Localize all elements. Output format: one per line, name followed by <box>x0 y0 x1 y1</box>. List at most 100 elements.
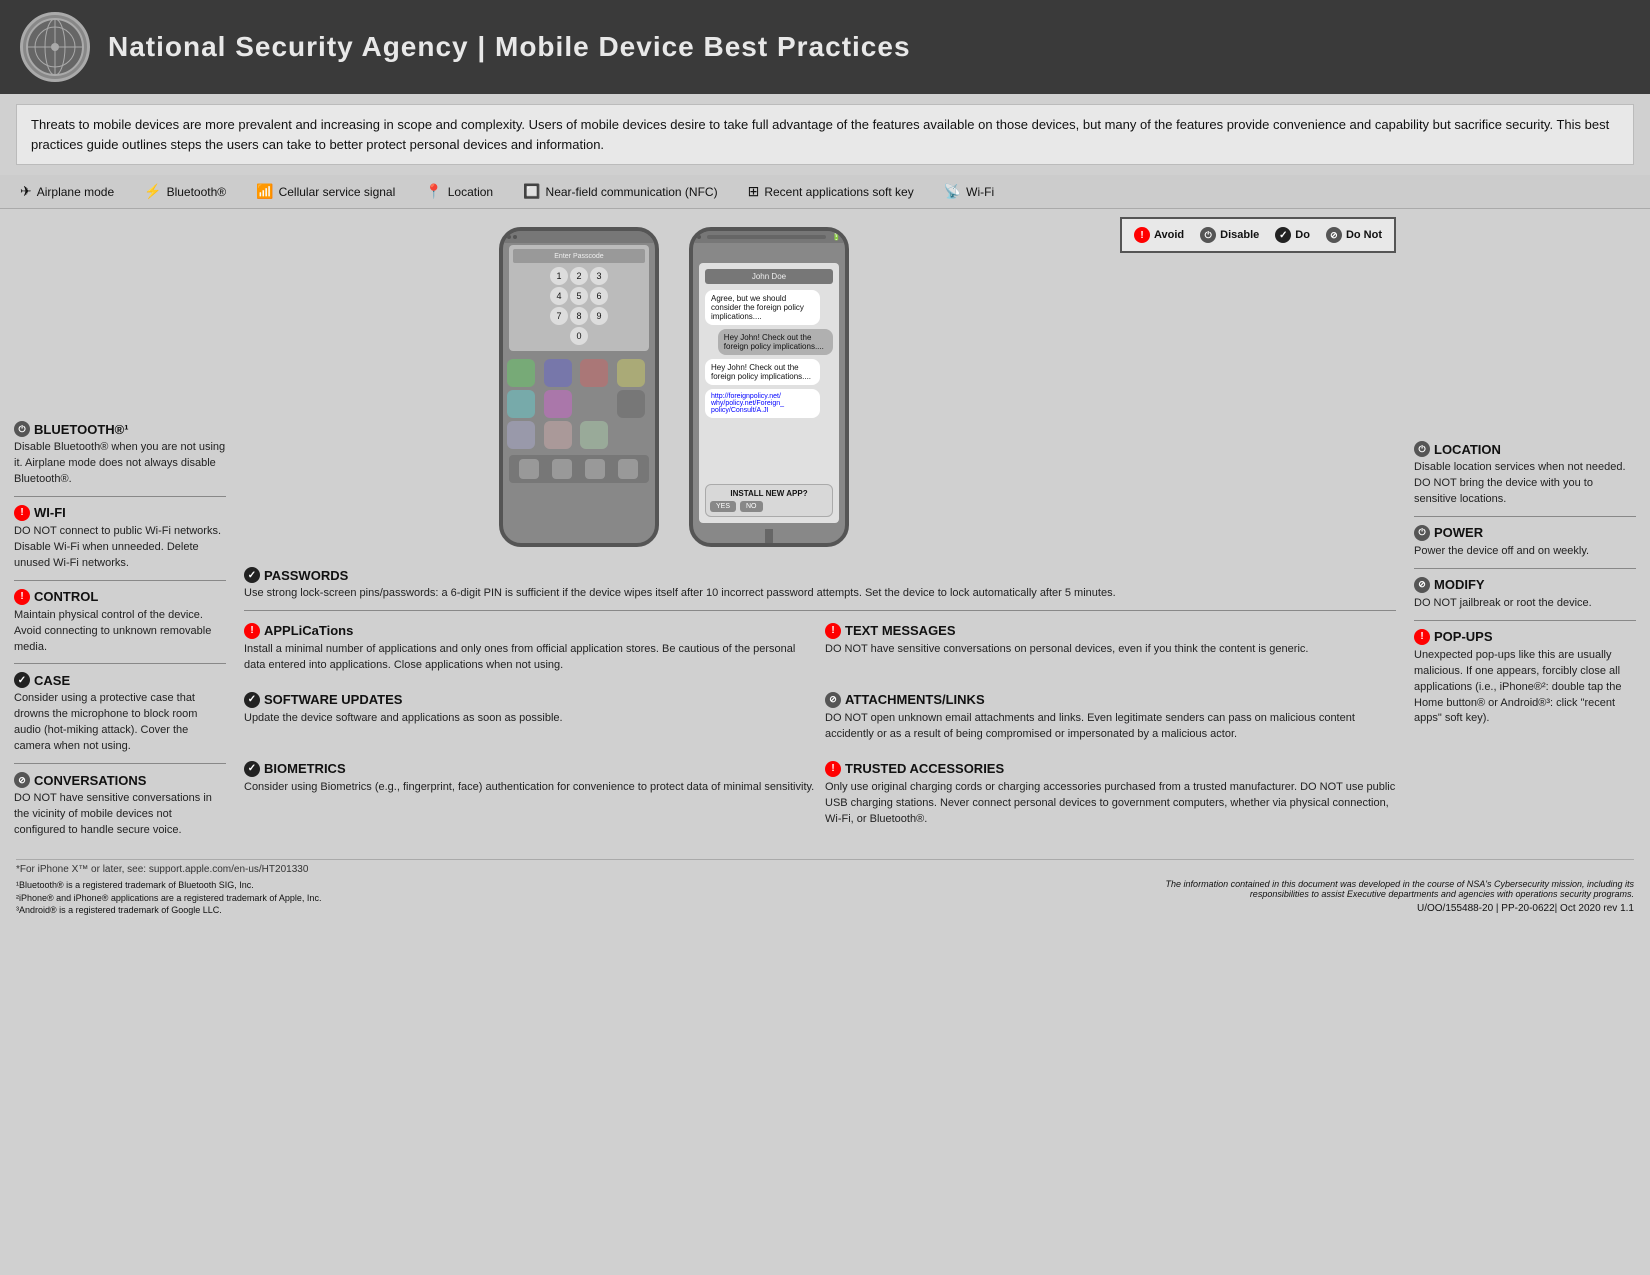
legend-do: ✓ Do <box>1275 227 1310 243</box>
software-updates-title: ✓ SOFTWARE UPDATES <box>244 692 815 708</box>
legend-disable: ⏻ Disable <box>1200 227 1259 243</box>
wifi-icon: 📡 <box>944 183 961 200</box>
legend-airplane: ✈ Airplane mode <box>20 183 114 200</box>
avoid-icon: ! <box>825 623 841 639</box>
recent-apps-icon: ⊞ <box>748 183 760 200</box>
avoid-key-icon: ! <box>1134 227 1150 243</box>
bluetooth-section: ⏻ BLUETOOTH®¹ Disable Bluetooth® when yo… <box>14 417 226 492</box>
trusted-accessories-title: ! TRUSTED ACCESSORIES <box>825 761 1396 777</box>
do-key-icon: ✓ <box>1275 227 1291 243</box>
right-column: ⏻ LOCATION Disable location services whe… <box>1406 217 1636 843</box>
applications-section: ! APPLiCaTions Install a minimal number … <box>244 619 815 678</box>
popups-title: ! POP-UPS <box>1414 629 1636 645</box>
right-phone: 🔋 John Doe Agree, but we should consider… <box>689 227 849 547</box>
legend-donot: ⊘ Do Not <box>1326 227 1382 243</box>
do-icon: ✓ <box>14 672 30 688</box>
legend-nfc: 🔲 Near-field communication (NFC) <box>523 183 717 200</box>
center-column: Enter Passcode 1 2 3 4 5 6 <box>234 217 1406 843</box>
divider <box>1414 620 1636 621</box>
disable-icon: ⏻ <box>1414 525 1430 541</box>
legend-bluetooth: ⚡ Bluetooth® <box>144 183 226 200</box>
do-icon: ✓ <box>244 567 260 583</box>
legend-key: ! Avoid ⏻ Disable ✓ Do ⊘ Do Not <box>1120 217 1396 263</box>
divider <box>14 663 226 664</box>
biometrics-section: ✓ BIOMETRICS Consider using Biometrics (… <box>244 757 815 832</box>
power-title: ⏻ POWER <box>1414 525 1636 541</box>
bluetooth-title: ⏻ BLUETOOTH®¹ <box>14 421 226 437</box>
wifi-title: ! WI-FI <box>14 505 226 521</box>
disable-icon: ⏻ <box>14 421 30 437</box>
chat-bubble-2: Hey John! Check out the foreign policy i… <box>718 329 833 355</box>
wifi-section: ! WI-FI DO NOT connect to public Wi-Fi n… <box>14 501 226 576</box>
nfc-icon: 🔲 <box>523 183 540 200</box>
donot-icon: ⊘ <box>1414 577 1430 593</box>
case-section: ✓ CASE Consider using a protective case … <box>14 668 226 759</box>
right-phone-body: 🔋 John Doe Agree, but we should consider… <box>689 227 849 547</box>
left-column: ⏻ BLUETOOTH®¹ Disable Bluetooth® when yo… <box>14 217 234 843</box>
legend-location: 📍 Location <box>425 183 493 200</box>
phones-area: Enter Passcode 1 2 3 4 5 6 <box>244 227 1104 547</box>
biometrics-title: ✓ BIOMETRICS <box>244 761 815 777</box>
divider <box>14 763 226 764</box>
legend-key-box: ! Avoid ⏻ Disable ✓ Do ⊘ Do Not <box>1120 217 1396 253</box>
avoid-icon: ! <box>244 623 260 639</box>
legend-recent-apps: ⊞ Recent applications soft key <box>748 183 914 200</box>
text-messages-section: ! TEXT MESSAGES DO NOT have sensitive co… <box>825 619 1396 678</box>
donot-icon: ⊘ <box>14 772 30 788</box>
avoid-icon: ! <box>1414 629 1430 645</box>
footer: *For iPhone X™ or later, see: support.ap… <box>16 859 1634 917</box>
iphone-note: *For iPhone X™ or later, see: support.ap… <box>16 864 1634 875</box>
divider <box>1414 516 1636 517</box>
install-prompt: INSTALL NEW APP? YES NO <box>705 484 833 517</box>
applications-title: ! APPLiCaTions <box>244 623 815 639</box>
divider <box>244 610 1396 611</box>
divider <box>14 580 226 581</box>
chat-bubble-link: http://foreignpolicy.net/why/policy.net/… <box>705 389 820 418</box>
left-phone: Enter Passcode 1 2 3 4 5 6 <box>499 227 659 547</box>
text-messages-title: ! TEXT MESSAGES <box>825 623 1396 639</box>
power-section: ⏻ POWER Power the device off and on week… <box>1414 521 1636 564</box>
divider <box>1414 568 1636 569</box>
chat-bubble-1: Agree, but we should consider the foreig… <box>705 290 820 325</box>
footer-footnotes: ¹Bluetooth® is a registered trademark of… <box>16 879 321 917</box>
donot-key-icon: ⊘ <box>1326 227 1342 243</box>
conversations-title: ⊘ CONVERSATIONS <box>14 772 226 788</box>
location-title: ⏻ LOCATION <box>1414 441 1636 457</box>
do-icon: ✓ <box>244 692 260 708</box>
legend-avoid: ! Avoid <box>1134 227 1184 243</box>
popups-section: ! POP-UPS Unexpected pop-ups like this a… <box>1414 625 1636 732</box>
location-icon: 📍 <box>425 183 442 200</box>
avoid-icon: ! <box>14 589 30 605</box>
do-icon: ✓ <box>244 761 260 777</box>
modify-section: ⊘ MODIFY DO NOT jailbreak or root the de… <box>1414 573 1636 616</box>
left-phone-body: Enter Passcode 1 2 3 4 5 6 <box>499 227 659 547</box>
legend-bar: ✈ Airplane mode ⚡ Bluetooth® 📶 Cellular … <box>0 175 1650 209</box>
footer-disclaimer: The information contained in this docume… <box>1134 879 1634 914</box>
intro-text: Threats to mobile devices are more preva… <box>16 104 1634 165</box>
avoid-icon: ! <box>825 761 841 777</box>
disable-key-icon: ⏻ <box>1200 227 1216 243</box>
bluetooth-icon: ⚡ <box>144 183 161 200</box>
attachments-section: ⊘ ATTACHMENTS/LINKS DO NOT open unknown … <box>825 688 1396 747</box>
airplane-icon: ✈ <box>20 183 32 200</box>
legend-cellular: 📶 Cellular service signal <box>256 183 395 200</box>
legend-wifi: 📡 Wi-Fi <box>944 183 994 200</box>
donot-icon: ⊘ <box>825 692 841 708</box>
conversations-section: ⊘ CONVERSATIONS DO NOT have sensitive co… <box>14 768 226 843</box>
install-no-button[interactable]: NO <box>740 501 763 512</box>
software-updates-section: ✓ SOFTWARE UPDATES Update the device sof… <box>244 688 815 747</box>
modify-title: ⊘ MODIFY <box>1414 577 1636 593</box>
avoid-icon: ! <box>14 505 30 521</box>
chat-screen: John Doe Agree, but we should consider t… <box>699 263 839 523</box>
control-title: ! CONTROL <box>14 589 226 605</box>
chat-bubble-3: Hey John! Check out the foreign policy i… <box>705 359 820 385</box>
passwords-section: ✓ PASSWORDS Use strong lock-screen pins/… <box>244 567 1396 602</box>
header: National Security Agency | Mobile Device… <box>0 0 1650 94</box>
control-section: ! CONTROL Maintain physical control of t… <box>14 585 226 660</box>
case-title: ✓ CASE <box>14 672 226 688</box>
install-yes-button[interactable]: YES <box>710 501 736 512</box>
disable-icon: ⏻ <box>1414 441 1430 457</box>
nsa-logo <box>20 12 90 82</box>
location-section: ⏻ LOCATION Disable location services whe… <box>1414 437 1636 512</box>
page-title: National Security Agency | Mobile Device… <box>108 31 911 63</box>
